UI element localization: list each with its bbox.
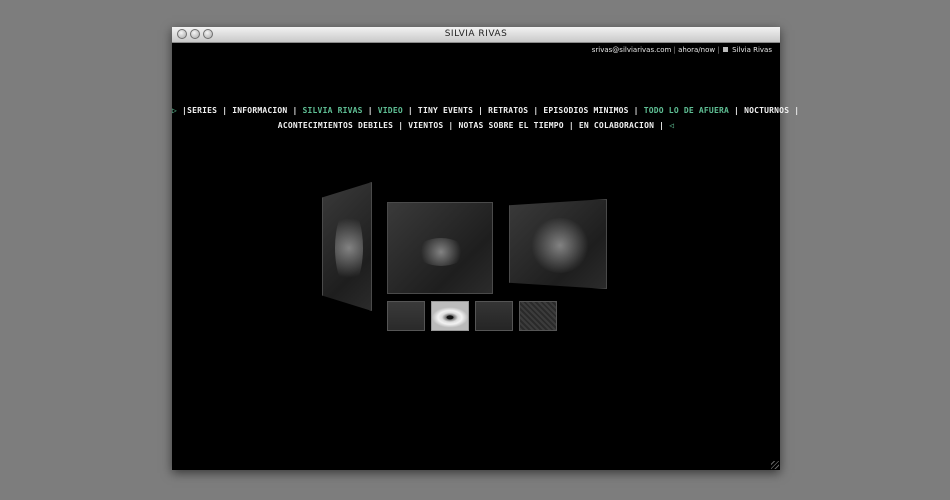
resize-grip-icon[interactable] xyxy=(771,461,779,469)
nav-item-en-colaboracion[interactable]: EN COLABORACION xyxy=(579,121,654,130)
nav-item-informacion[interactable]: INFORMACION xyxy=(232,106,287,115)
nav-item-todo-lo-de-afuera[interactable]: TODO LO DE AFUERA xyxy=(644,106,729,115)
thumbnail-strip xyxy=(387,301,557,331)
email-link[interactable]: srivas@silviarivas.com xyxy=(592,46,672,54)
top-links: srivas@silviarivas.com | ahora/now | Sil… xyxy=(592,46,772,54)
square-icon xyxy=(722,47,728,52)
nav-item-acontecimientos-debiles[interactable]: ACONTECIMIENTOS DEBILES xyxy=(278,121,393,130)
figure-image xyxy=(530,218,590,273)
window-title: SILVIA RIVAS xyxy=(444,29,508,39)
nav-item-series[interactable]: SERIES xyxy=(187,106,217,115)
nav-item-retratos[interactable]: RETRATOS xyxy=(488,106,528,115)
thumbnail-eye[interactable] xyxy=(431,301,469,331)
gallery-panel-center[interactable] xyxy=(387,202,493,294)
back-arrow-icon[interactable]: ◁ xyxy=(669,121,674,130)
separator: | xyxy=(717,46,722,54)
nav-item-video[interactable]: VIDEO xyxy=(378,106,403,115)
ahora-link[interactable]: ahora/now xyxy=(678,46,715,54)
title-bar: SILVIA RIVAS xyxy=(172,27,780,43)
thumbnail-4[interactable] xyxy=(519,301,557,331)
nav-row-2: ACONTECIMIENTOS DEBILES | VIENTOS | NOTA… xyxy=(277,121,675,130)
figure-image xyxy=(335,208,363,288)
nav-row-1: ▷ |SERIES | INFORMACION | SILVIA RIVAS |… xyxy=(172,106,800,115)
name-link[interactable]: Silvia Rivas xyxy=(732,46,772,54)
nav-item-notas-sobre-el-tiempo[interactable]: NOTAS SOBRE EL TIEMPO xyxy=(458,121,563,130)
browser-window: SILVIA RIVAS srivas@silviarivas.com | ah… xyxy=(172,27,800,470)
gallery-panel-right[interactable] xyxy=(509,199,607,289)
nav-item-tiny-events[interactable]: TINY EVENTS xyxy=(418,106,473,115)
thumbnail-1[interactable] xyxy=(387,301,425,331)
nav-item-episodios-minimos[interactable]: EPISODIOS MINIMOS xyxy=(543,106,628,115)
gallery-panel-left[interactable] xyxy=(322,182,372,311)
figure-image xyxy=(416,238,466,266)
nav-item-silvia-rivas[interactable]: SILVIA RIVAS xyxy=(303,106,363,115)
nav-item-nocturnos[interactable]: NOCTURNOS xyxy=(744,106,789,115)
thumbnail-3[interactable] xyxy=(475,301,513,331)
nav-item-vientos[interactable]: VIENTOS xyxy=(408,121,443,130)
